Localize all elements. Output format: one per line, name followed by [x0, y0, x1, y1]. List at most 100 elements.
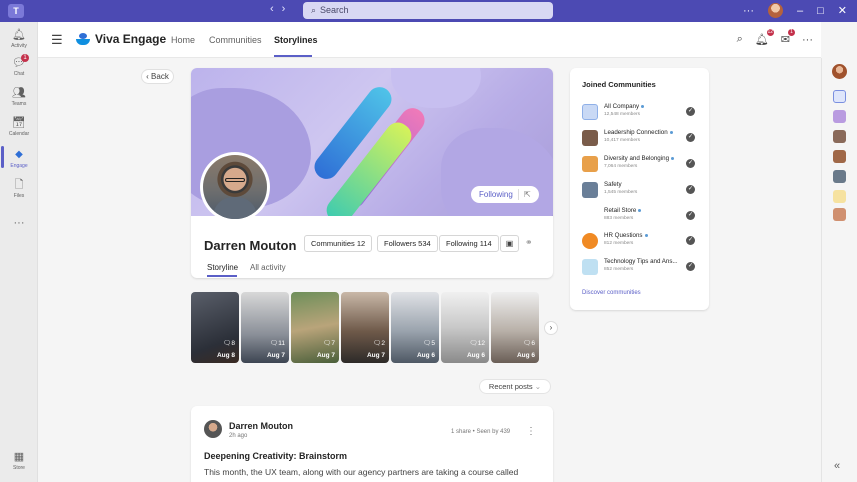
story-thumbnail[interactable]: 🗨︎6 Aug 6 — [491, 292, 539, 363]
story-date: Aug 6 — [516, 352, 535, 359]
bell-icon: 🔔︎ — [12, 29, 26, 41]
analytics-app-icon[interactable] — [833, 110, 846, 123]
story-comment-count: 🗨︎7 — [323, 340, 335, 347]
store-icon: ▦ — [13, 451, 25, 463]
post-more-icon[interactable]: ⋮ — [526, 426, 536, 437]
link-icon[interactable]: ⚭ — [525, 237, 533, 248]
rail-item-more-apps[interactable]: ··· — [0, 216, 38, 230]
followers-count-button[interactable]: Followers 534 — [377, 235, 438, 252]
user-avatar[interactable] — [768, 3, 783, 18]
story-thumbnail[interactable]: 🗨︎2 Aug 7 — [341, 292, 389, 363]
joined-check-icon[interactable]: ✓ — [686, 159, 695, 168]
copilot-app-icon[interactable] — [833, 90, 846, 103]
community-icon — [582, 104, 598, 120]
following-button[interactable]: Following ⇱ — [471, 186, 539, 203]
following-count-button[interactable]: Following 114 — [439, 235, 499, 252]
contact-card-icon[interactable]: ▣ — [500, 235, 519, 252]
tab-home[interactable]: Home — [171, 35, 195, 45]
rail-label: Engage — [10, 163, 28, 169]
unread-dot — [644, 233, 648, 237]
post-title: Deepening Creativity: Brainstorm — [204, 451, 348, 461]
joined-check-icon[interactable]: ✓ — [686, 185, 695, 194]
search-icon[interactable]: ⌕ — [737, 33, 743, 46]
rail-item-chat[interactable]: 💬︎ 1 Chat — [0, 54, 38, 77]
more-options-icon[interactable]: ··· — [802, 34, 813, 46]
search-input[interactable]: ⌕ Search — [303, 2, 553, 19]
story-thumbnail[interactable]: 🗨︎7 Aug 7 — [291, 292, 339, 363]
contact-app-icon[interactable] — [833, 150, 846, 163]
avatar-glasses — [225, 178, 245, 182]
share-icon[interactable]: ⇱ — [524, 186, 531, 203]
recent-posts-dropdown[interactable]: Recent posts ⌄ — [479, 379, 551, 394]
story-date: Aug 8 — [216, 352, 235, 359]
story-thumbnail[interactable]: 🗨︎11 Aug 7 — [241, 292, 289, 363]
rail-item-calendar[interactable]: 📅︎ Calendar — [0, 116, 38, 137]
user-avatar[interactable] — [832, 64, 847, 79]
story-count-value: 5 — [431, 340, 435, 347]
story-comment-count: 🗨︎6 — [523, 340, 535, 347]
back-button[interactable]: ‹ Back — [141, 69, 174, 84]
rail-label: Chat — [13, 71, 25, 77]
story-date: Aug 7 — [316, 352, 335, 359]
community-item[interactable]: HR Questions 812 members ✓ — [582, 231, 700, 251]
chevron-down-icon: ⌄ — [534, 382, 542, 391]
story-thumbnail[interactable]: 🗨︎8 Aug 8 — [191, 292, 239, 363]
story-thumbnail[interactable]: 🗨︎12 Aug 6 — [441, 292, 489, 363]
more-options-icon[interactable]: ··· — [743, 5, 754, 17]
joined-check-icon[interactable]: ✓ — [686, 236, 695, 245]
joined-check-icon[interactable]: ✓ — [686, 262, 695, 271]
community-item[interactable]: Technology Tips and Ans... 852 members ✓ — [582, 257, 700, 277]
joined-check-icon[interactable]: ✓ — [686, 211, 695, 220]
community-item[interactable]: Diversity and Belonging 7,064 members ✓ — [582, 154, 700, 174]
window-controls: ··· – □ ✕ — [743, 3, 847, 18]
joined-check-icon[interactable]: ✓ — [686, 133, 695, 142]
post-author-name[interactable]: Darren Mouton — [229, 421, 293, 431]
following-label: Following — [479, 190, 513, 199]
hamburger-menu-icon[interactable]: ☰ — [51, 32, 63, 48]
notes-app-icon[interactable] — [833, 190, 846, 203]
story-count-value: 11 — [278, 340, 285, 347]
community-item[interactable]: All Company 12,548 members ✓ — [582, 102, 700, 122]
post-stats: 1 share • Seen by 439 — [451, 429, 511, 435]
rail-item-store[interactable]: ▦ Store — [0, 450, 38, 471]
minimize-button[interactable]: – — [797, 5, 803, 17]
story-thumbnail[interactable]: 🗨︎5 Aug 6 — [391, 292, 439, 363]
rail-item-teams[interactable]: 👥︎ Teams — [0, 86, 38, 107]
post-author-avatar[interactable] — [204, 420, 222, 438]
rail-item-activity[interactable]: 🔔︎ Activity — [0, 28, 38, 49]
rail-item-engage[interactable]: ◆ Engage — [0, 148, 38, 169]
group-app-icon[interactable] — [833, 170, 846, 183]
avatar-shirt — [213, 197, 257, 219]
person-app-icon[interactable] — [833, 208, 846, 221]
story-date: Aug 6 — [466, 352, 485, 359]
close-button[interactable]: ✕ — [838, 4, 847, 17]
story-comment-count: 🗨︎2 — [373, 340, 385, 347]
communities-count-button[interactable]: Communities 12 — [304, 235, 373, 252]
back-arrow-icon[interactable]: ‹ — [270, 3, 282, 15]
tab-all-activity[interactable]: All activity — [250, 263, 286, 272]
discover-communities-link[interactable]: Discover communities — [582, 290, 641, 296]
community-icon — [582, 130, 598, 146]
joined-check-icon[interactable]: ✓ — [686, 107, 695, 116]
forward-arrow-icon[interactable]: › — [282, 3, 294, 15]
tab-storyline[interactable]: Storyline — [207, 263, 238, 272]
tab-communities[interactable]: Communities — [209, 35, 262, 45]
maximize-button[interactable]: □ — [817, 5, 824, 17]
people-app-icon[interactable] — [833, 130, 846, 143]
inbox-icon[interactable]: ✉ 1 — [781, 29, 795, 46]
chat-icon: 💬︎ — [12, 57, 26, 69]
tab-storylines[interactable]: Storylines — [274, 35, 318, 45]
community-item[interactable]: Leadership Connection 10,417 members ✓ — [582, 128, 700, 148]
collapse-rail-icon[interactable]: « — [834, 460, 840, 472]
community-members: 12,548 members — [604, 112, 640, 117]
back-label: Back — [151, 72, 169, 81]
carousel-next-button[interactable]: › — [544, 321, 558, 335]
notifications-icon[interactable]: 🔔︎ 12 — [755, 29, 774, 46]
community-icon — [582, 208, 598, 224]
community-item[interactable]: Safety 1,545 members ✓ — [582, 180, 700, 200]
rail-item-files[interactable]: 🗋 Files — [0, 178, 38, 199]
community-item[interactable]: Retail Store 883 members ✓ — [582, 206, 700, 226]
button-divider — [518, 189, 519, 200]
rail-label: Activity — [11, 43, 27, 49]
community-icon — [582, 182, 598, 198]
